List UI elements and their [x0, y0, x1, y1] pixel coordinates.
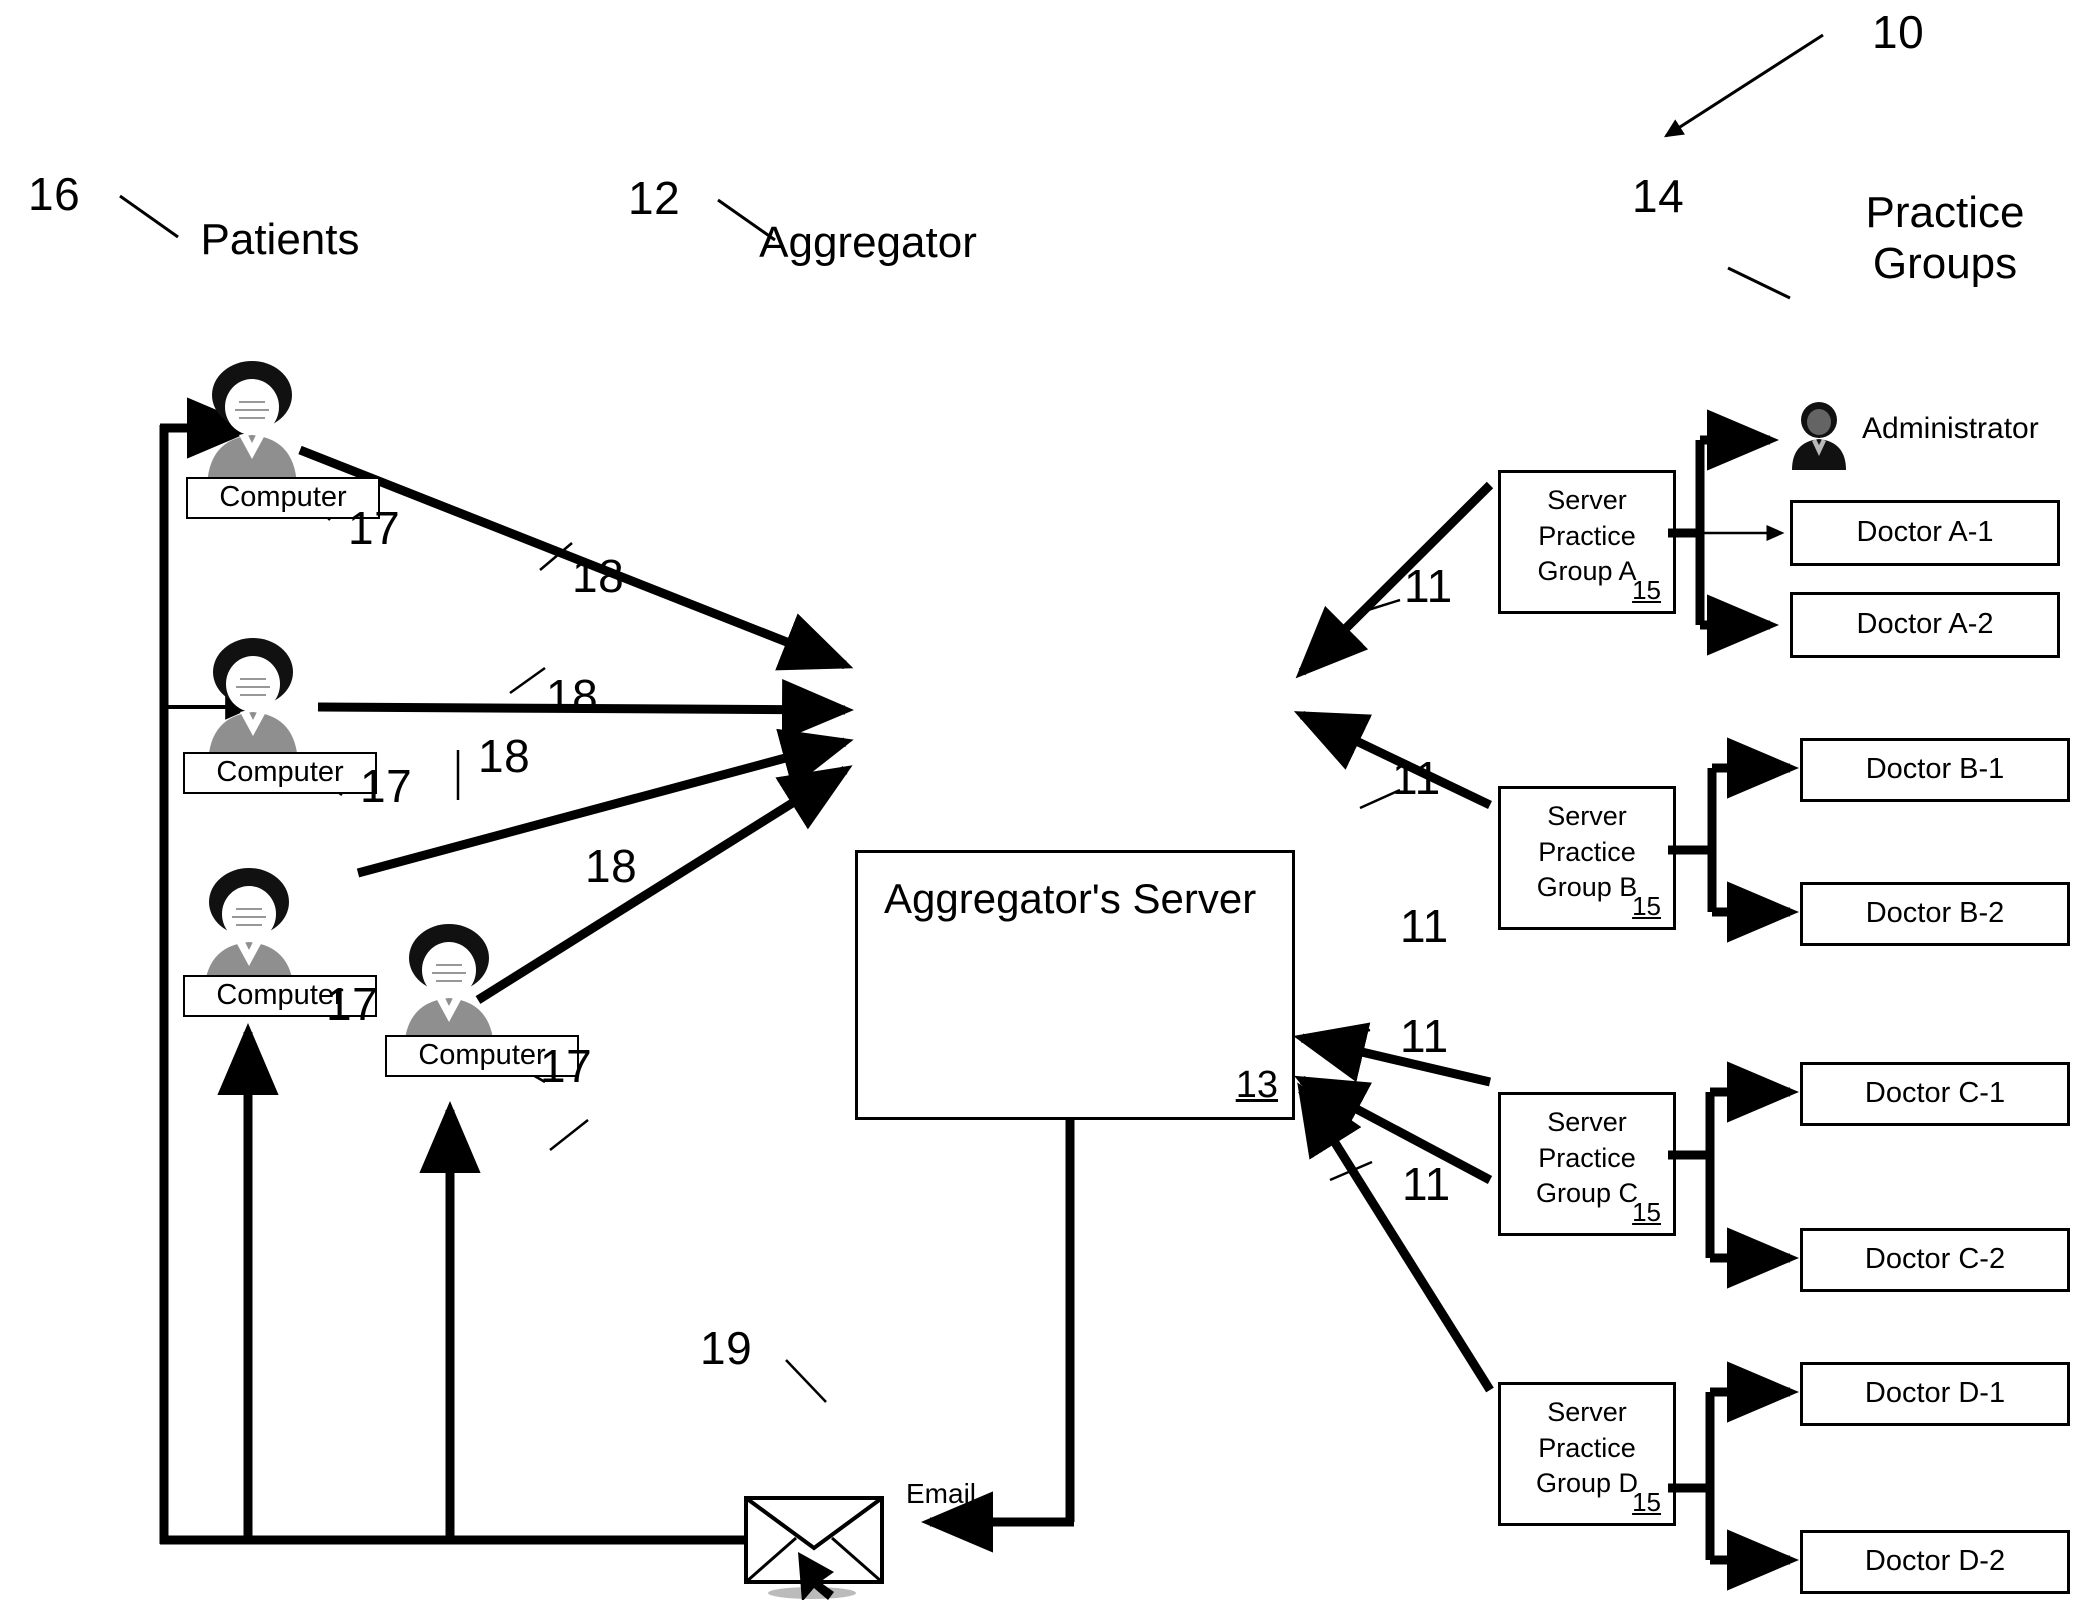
aggregator-server-box: Aggregator's Server 13	[855, 850, 1295, 1120]
administrator-label: Administrator	[1862, 412, 2039, 445]
aggregator-server-label: Aggregator's Server	[884, 875, 1257, 922]
ref-number-14: 14	[1632, 170, 1685, 222]
pg-c-line1: Server	[1547, 1107, 1627, 1137]
ref-number-10: 10	[1872, 6, 1925, 58]
pg-b-line2: Practice	[1538, 836, 1636, 867]
server-practice-group-c: Server Practice Group C 15	[1498, 1092, 1676, 1236]
practice-groups-title-line2: Groups	[1872, 238, 2018, 288]
patient-computer-2: Computer	[183, 752, 377, 794]
arrow-groupC-to-server	[1293, 1022, 1492, 1087]
ref-number-11-b-in: 11	[1392, 752, 1441, 804]
pg-b-line1: Server	[1547, 801, 1627, 831]
doctor-a-1-box: Doctor A-1	[1790, 500, 2060, 566]
doctor-b-1-box: Doctor B-1	[1800, 738, 2070, 802]
ref-number-17-patient2: 17	[360, 760, 413, 812]
group-c-tree	[1668, 1061, 1799, 1289]
pg-d-line2: Practice	[1538, 1432, 1636, 1463]
aggregator-section-title: Aggregator	[759, 218, 977, 267]
arrow-groupC2-to-server	[1294, 1075, 1493, 1184]
ref-number-11-a: 11	[1404, 560, 1453, 612]
pg-c-line2: Practice	[1538, 1142, 1636, 1173]
group-b-tree	[1668, 737, 1799, 943]
leader-ref-11-a	[1367, 598, 1401, 612]
patient-avatar-4	[392, 918, 507, 1053]
leader-ref-11-c1	[1327, 1028, 1371, 1040]
practice-groups-title-line1: Practice	[1865, 188, 2025, 237]
envelope-icon	[740, 1490, 900, 1602]
ref-number-11-b-out: 11	[1400, 900, 1449, 952]
ref-number-17-patient3: 17	[326, 978, 379, 1030]
pg-a-line1: Server	[1547, 485, 1627, 515]
patient-avatar-2	[196, 632, 311, 767]
arrow-groupD-to-server	[1297, 1082, 1494, 1393]
ref-number-13: 13	[1235, 1064, 1278, 1106]
practice-groups-section-title: Practice Groups	[1800, 188, 2089, 289]
doctor-d-2-box: Doctor D-2	[1800, 1530, 2070, 1594]
ref-number-17-patient1: 17	[348, 502, 401, 554]
administrator-icon	[1788, 398, 1850, 470]
ref-number-12: 12	[628, 172, 681, 224]
ref-number-11-c-in: 11	[1400, 1010, 1449, 1062]
doctor-b-2-box: Doctor B-2	[1800, 882, 2070, 946]
ref-number-18-link1: 18	[572, 550, 625, 602]
doctor-c-2-box: Doctor C-2	[1800, 1228, 2070, 1292]
ref-number-15-a: 15	[1632, 574, 1661, 605]
patient-avatar-1	[195, 355, 310, 490]
ref-number-15-c: 15	[1632, 1196, 1661, 1227]
group-a-tree	[1668, 409, 1785, 656]
ref-number-16: 16	[28, 168, 81, 220]
arrow-groupA-to-server	[1295, 481, 1494, 679]
ref-number-15-d: 15	[1632, 1486, 1661, 1517]
patients-section-title: Patients	[200, 215, 360, 264]
leader-ref-18-p1	[539, 542, 573, 571]
ref-number-18-link2: 18	[546, 670, 599, 722]
server-practice-group-b: Server Practice Group B 15	[1498, 786, 1676, 930]
leader-ref-18-p4	[549, 1119, 589, 1151]
ref-number-15-b: 15	[1632, 890, 1661, 921]
ref-number-18-link3: 18	[585, 840, 638, 892]
patent-figure-canvas: 16 Patients 12 Aggregator 14 Practice Gr…	[0, 0, 2089, 1611]
ref-number-11-c-out: 11	[1402, 1158, 1451, 1210]
leader-ref-19	[785, 1359, 827, 1403]
pg-d-line1: Server	[1547, 1397, 1627, 1427]
ref-number-19: 19	[700, 1322, 753, 1374]
ref-number-17-patient4: 17	[540, 1040, 593, 1092]
doctor-d-1-box: Doctor D-1	[1800, 1362, 2070, 1426]
server-practice-group-d: Server Practice Group D 15	[1498, 1382, 1676, 1526]
doctor-a-2-box: Doctor A-2	[1790, 592, 2060, 658]
leader-ref-10	[1663, 33, 1824, 138]
leader-ref-11-c2	[1329, 1160, 1373, 1182]
group-d-tree	[1668, 1361, 1799, 1591]
arrow-patient4-to-server	[475, 765, 853, 1004]
pg-a-line2: Practice	[1538, 520, 1636, 551]
ref-number-18-link3b: 18	[478, 730, 531, 782]
leader-ref-18-p2	[509, 666, 546, 695]
doctor-c-1-box: Doctor C-1	[1800, 1062, 2070, 1126]
server-practice-group-a: Server Practice Group A 15	[1498, 470, 1676, 614]
email-label: Email	[906, 1478, 977, 1509]
leader-ref-14	[1727, 266, 1791, 300]
